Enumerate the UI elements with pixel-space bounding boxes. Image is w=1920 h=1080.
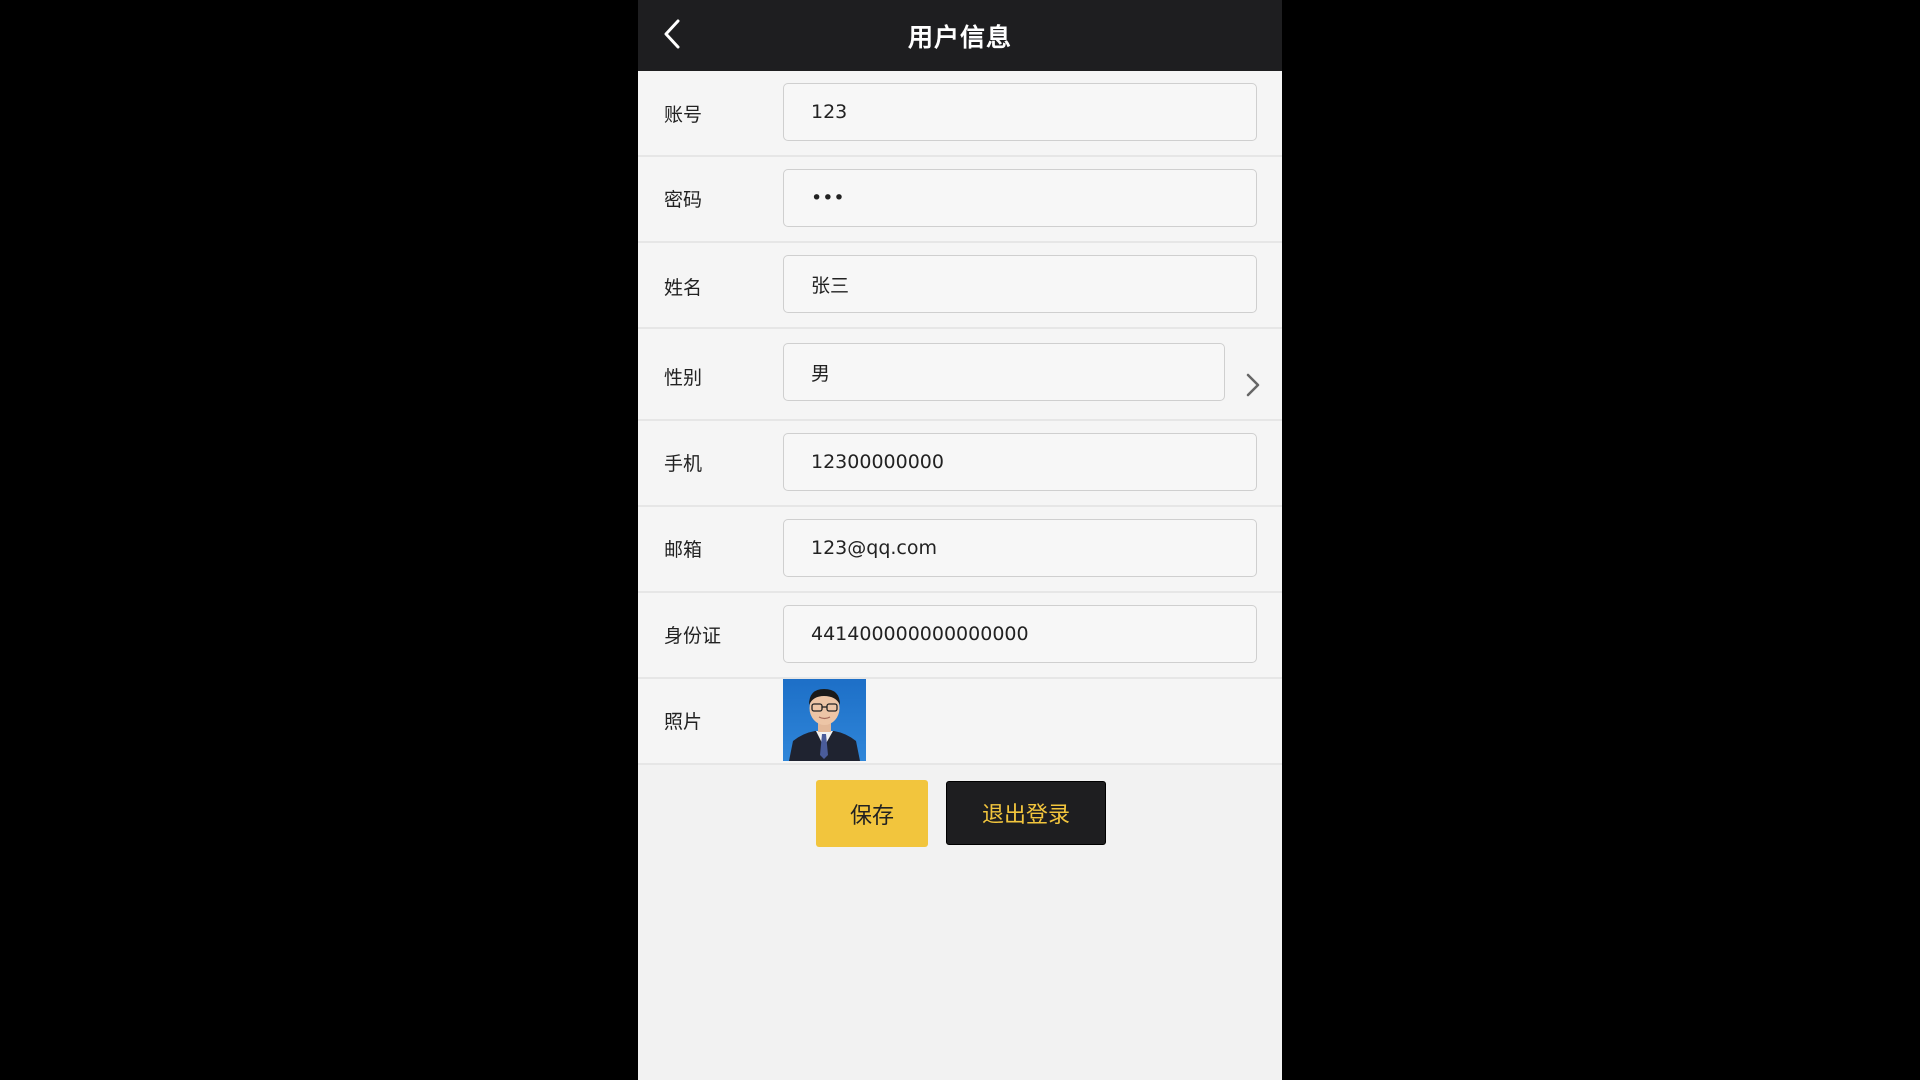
form-row-phone: 手机 xyxy=(638,421,1282,507)
form-row-name: 姓名 xyxy=(638,243,1282,329)
back-button[interactable] xyxy=(656,14,688,54)
form-row-password: 密码 xyxy=(638,157,1282,243)
chevron-left-icon xyxy=(664,19,680,49)
email-input[interactable] xyxy=(783,519,1257,577)
form-row-photo: 照片 xyxy=(638,679,1282,765)
top-nav-bar: 用户信息 xyxy=(638,0,1282,71)
gender-label: 性别 xyxy=(664,367,703,389)
form-row-id-card: 身份证 xyxy=(638,593,1282,679)
password-input[interactable] xyxy=(783,169,1257,227)
chevron-right-icon[interactable] xyxy=(1244,371,1262,399)
photo-label: 照片 xyxy=(664,711,703,733)
phone-label: 手机 xyxy=(664,453,703,475)
mobile-screen: 用户信息 账号 密码 姓名 性别 手机 邮箱 身份证 照片 xyxy=(638,0,1282,1080)
phone-input[interactable] xyxy=(783,433,1257,491)
save-button[interactable]: 保存 xyxy=(816,780,928,847)
name-input[interactable] xyxy=(783,255,1257,313)
logout-button[interactable]: 退出登录 xyxy=(946,781,1106,845)
page-title: 用户信息 xyxy=(907,22,1012,52)
id-card-label: 身份证 xyxy=(664,625,722,647)
name-label: 姓名 xyxy=(664,277,703,299)
avatar-photo[interactable] xyxy=(783,679,866,761)
action-buttons: 保存 退出登录 xyxy=(638,780,1282,848)
gender-select[interactable] xyxy=(783,343,1225,401)
id-card-input[interactable] xyxy=(783,605,1257,663)
form-row-gender: 性别 xyxy=(638,329,1282,421)
form-row-email: 邮箱 xyxy=(638,507,1282,593)
form-row-account: 账号 xyxy=(638,71,1282,157)
password-label: 密码 xyxy=(664,189,703,211)
email-label: 邮箱 xyxy=(664,539,703,561)
account-input[interactable] xyxy=(783,83,1257,141)
account-label: 账号 xyxy=(664,104,703,126)
